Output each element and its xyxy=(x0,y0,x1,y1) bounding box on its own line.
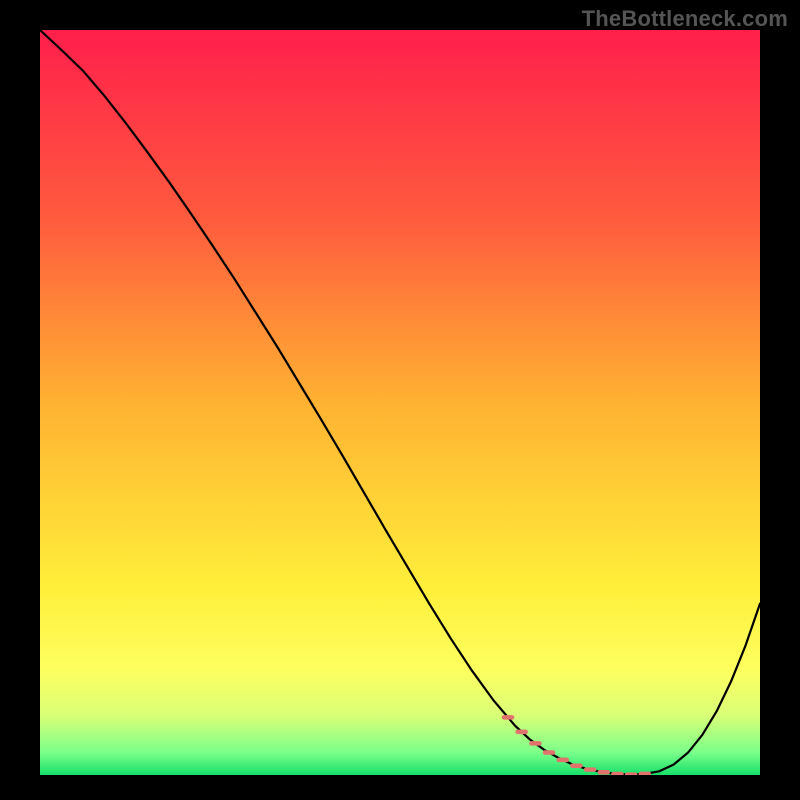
chart-svg xyxy=(40,30,760,775)
chart-background xyxy=(40,30,760,775)
chart-plot xyxy=(40,30,760,775)
chart-container: { "watermark": "TheBottleneck.com", "plo… xyxy=(0,0,800,800)
watermark-text: TheBottleneck.com xyxy=(582,6,788,32)
